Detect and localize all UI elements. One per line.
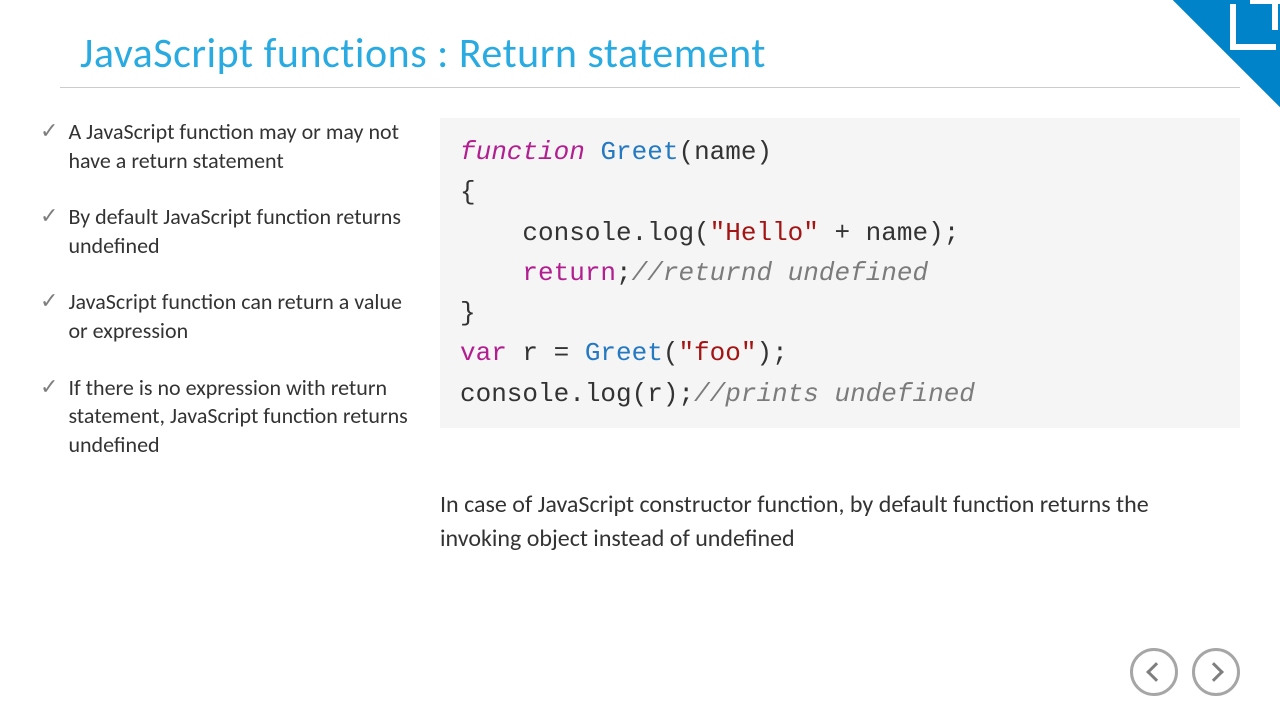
check-icon: ✓ [40,118,58,144]
check-icon: ✓ [40,203,58,229]
list-item: ✓ If there is no expression with return … [40,374,410,460]
code-line: var r = Greet("foo"); [460,333,1220,373]
check-icon: ✓ [40,288,58,314]
right-column: function Greet(name) { console.log("Hell… [440,118,1240,555]
code-block: function Greet(name) { console.log("Hell… [440,118,1240,428]
bullet-list: ✓ A JavaScript function may or may not h… [40,118,440,555]
code-line: { [460,172,1220,212]
code-line: } [460,293,1220,333]
bullet-text: A JavaScript function may or may not hav… [68,118,410,175]
slide-title: JavaScript functions : Return statement [0,0,1280,87]
arrow-right-icon [1204,662,1224,682]
next-button[interactable] [1192,648,1240,696]
list-item: ✓ By default JavaScript function returns… [40,203,410,260]
bullet-text: By default JavaScript function returns u… [68,203,410,260]
bullet-text: JavaScript function can return a value o… [68,288,410,345]
prev-button[interactable] [1130,648,1178,696]
bullet-text: If there is no expression with return st… [68,374,410,460]
arrow-left-icon [1146,662,1166,682]
code-line: console.log(r);//prints undefined [460,374,1220,414]
code-line: return;//returnd undefined [460,253,1220,293]
slide-content: ✓ A JavaScript function may or may not h… [0,88,1280,555]
code-line: function Greet(name) [460,132,1220,172]
nav-controls [1130,648,1240,696]
footnote: In case of JavaScript constructor functi… [440,488,1240,555]
code-line: console.log("Hello" + name); [460,213,1220,253]
list-item: ✓ JavaScript function can return a value… [40,288,410,345]
list-item: ✓ A JavaScript function may or may not h… [40,118,410,175]
check-icon: ✓ [40,374,58,400]
